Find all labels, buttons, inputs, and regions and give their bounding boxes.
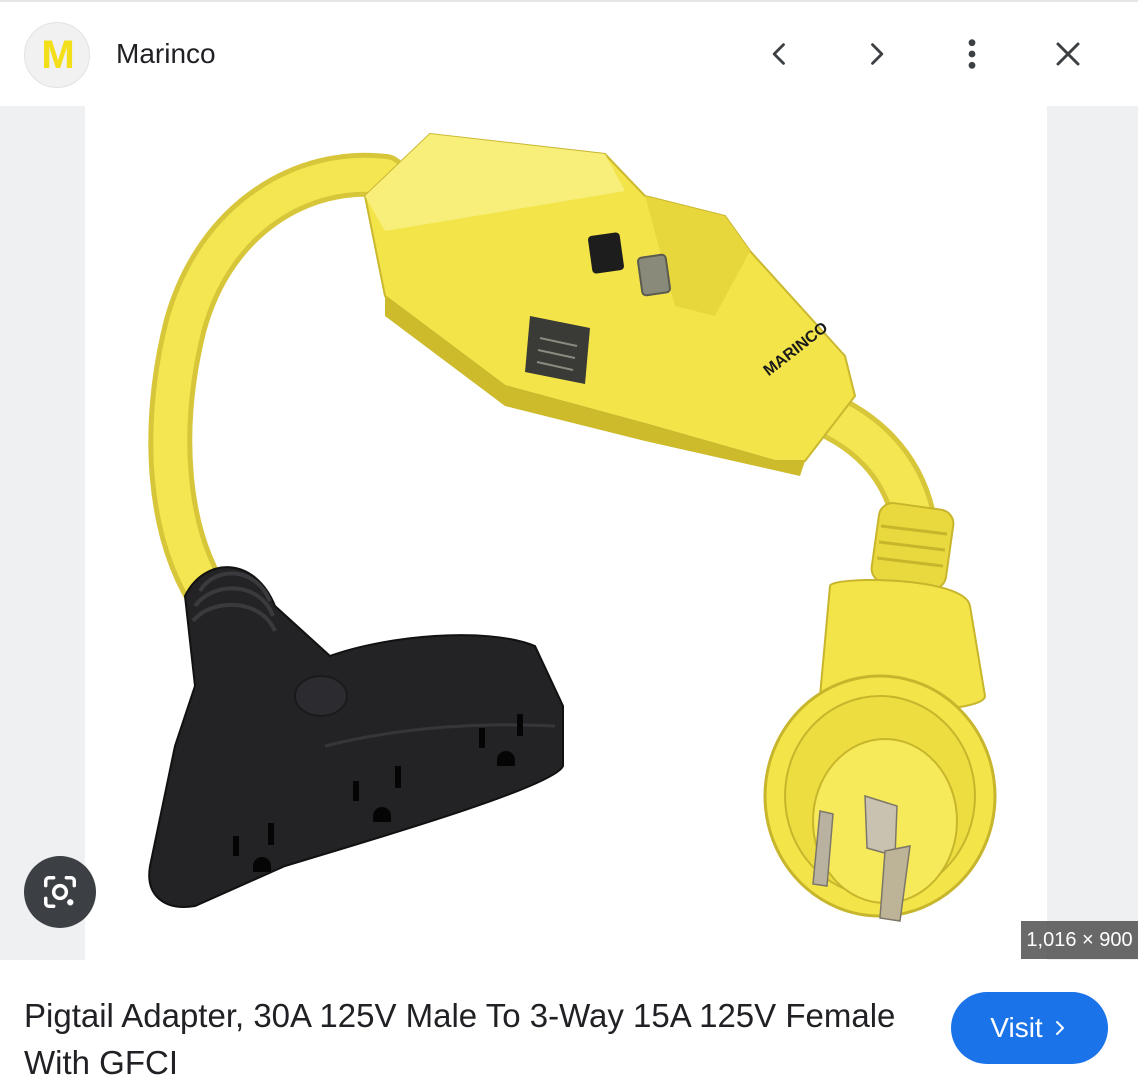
site-logo[interactable]: M bbox=[24, 22, 90, 88]
black-triple-outlet bbox=[148, 566, 564, 908]
logo-letter: M bbox=[41, 32, 74, 77]
visit-button[interactable]: Visit bbox=[951, 992, 1108, 1064]
image-dimensions-badge: 1,016 × 900 bbox=[1021, 921, 1138, 959]
google-lens-icon bbox=[44, 876, 76, 908]
google-lens-button[interactable] bbox=[24, 856, 96, 928]
close-icon bbox=[1056, 42, 1080, 66]
previous-button[interactable] bbox=[756, 30, 804, 78]
product-image[interactable]: MARINCO bbox=[85, 106, 1047, 960]
chevron-right-icon bbox=[871, 43, 884, 65]
viewer-header: M Marinco bbox=[0, 2, 1138, 106]
image-area: MARINCO 1,016 × 900 bbox=[0, 106, 1138, 960]
chevron-left-icon bbox=[772, 43, 785, 65]
visit-label: Visit bbox=[990, 1012, 1043, 1043]
site-name[interactable]: Marinco bbox=[116, 38, 216, 70]
chevron-right-icon bbox=[1055, 1021, 1064, 1035]
more-options-button[interactable] bbox=[948, 30, 996, 78]
image-viewer-panel: M Marinco MARINCO 1,016 × 900 Pigtail Ad… bbox=[0, 0, 1138, 1092]
close-button[interactable] bbox=[1044, 30, 1092, 78]
more-vert-icon bbox=[968, 39, 976, 69]
gfci-unit: MARINCO bbox=[363, 132, 857, 476]
result-title[interactable]: Pigtail Adapter, 30A 125V Male To 3-Way … bbox=[24, 992, 904, 1086]
next-button[interactable] bbox=[852, 30, 900, 78]
product-illustration: MARINCO bbox=[148, 132, 997, 922]
yellow-plug bbox=[763, 502, 997, 922]
